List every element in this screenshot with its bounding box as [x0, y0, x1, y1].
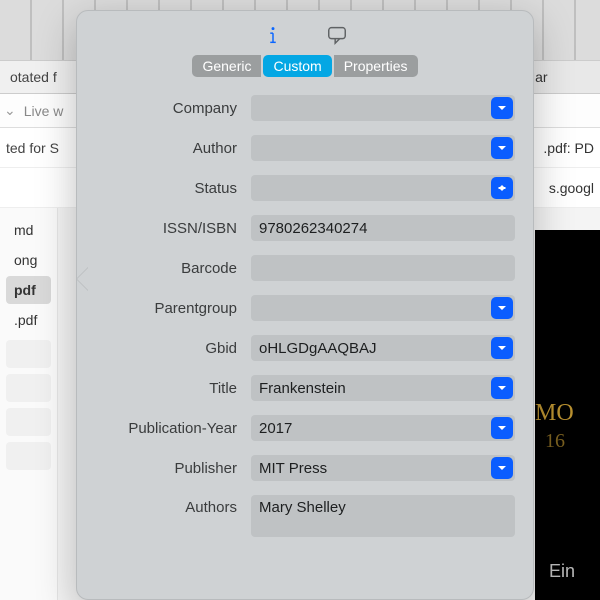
chevron-down-icon[interactable]: ⌄ [4, 102, 16, 119]
publisher-dropdown-button[interactable] [491, 457, 513, 479]
company-label: Company [95, 100, 251, 117]
gbid-dropdown-button[interactable] [491, 337, 513, 359]
company-input[interactable] [251, 95, 515, 121]
status-label: Status [95, 180, 251, 197]
info-icon[interactable] [261, 23, 285, 47]
sidebar-item[interactable]: ong [6, 246, 51, 274]
segment-properties[interactable]: Properties [334, 55, 418, 77]
sidebar-item-selected[interactable]: pdf [6, 276, 51, 304]
toolbar-live-label: Live w [24, 103, 64, 119]
title-dropdown-button[interactable] [491, 377, 513, 399]
barcode-input[interactable] [251, 255, 515, 281]
author-dropdown-button[interactable] [491, 137, 513, 159]
parentgroup-label: Parentgroup [95, 300, 251, 317]
publisher-label: Publisher [95, 460, 251, 477]
pubyear-input[interactable] [251, 415, 515, 441]
author-input[interactable] [251, 135, 515, 161]
pubyear-label: Publication-Year [95, 420, 251, 437]
cover-year-fragment: 16 [545, 430, 565, 453]
metadata-form: Company Author Status ISSN/ISBN [77, 95, 533, 542]
title-input[interactable] [251, 375, 515, 401]
segment-generic[interactable]: Generic [192, 55, 261, 77]
row2-right-text: s.googl [549, 180, 600, 196]
title-label: Title [95, 380, 251, 397]
company-dropdown-button[interactable] [491, 97, 513, 119]
barcode-label: Barcode [95, 260, 251, 277]
parentgroup-input[interactable] [251, 295, 515, 321]
author-label: Author [95, 140, 251, 157]
segmented-control: Generic Custom Properties [77, 55, 533, 77]
issn-input[interactable] [251, 215, 515, 241]
info-popover: Generic Custom Properties Company Author… [76, 10, 534, 600]
sidebar-item-placeholder [6, 408, 51, 436]
authors-label: Authors [95, 495, 251, 516]
publisher-input[interactable] [251, 455, 515, 481]
gbid-label: Gbid [95, 340, 251, 357]
popover-mode-toolbar [77, 11, 533, 53]
sidebar-item[interactable]: .pdf [6, 306, 51, 334]
row1-left-text: ted for S [6, 140, 59, 156]
status-popup-button[interactable] [491, 177, 513, 199]
sidebar-item-placeholder [6, 374, 51, 402]
segment-custom[interactable]: Custom [263, 55, 331, 77]
cover-text-fragment: Ein [549, 561, 575, 582]
comment-icon[interactable] [325, 23, 349, 47]
pubyear-dropdown-button[interactable] [491, 417, 513, 439]
sidebar-item-placeholder [6, 442, 51, 470]
status-select[interactable] [251, 175, 515, 201]
sidebar-item[interactable]: md [6, 216, 51, 244]
sidebar-file-list: md ong pdf .pdf [0, 208, 58, 600]
cover-subtitle-fragment: MO [535, 400, 574, 427]
gbid-input[interactable] [251, 335, 515, 361]
issn-label: ISSN/ISBN [95, 220, 251, 237]
parentgroup-dropdown-button[interactable] [491, 297, 513, 319]
sidebar-item-placeholder [6, 340, 51, 368]
book-cover-preview: NK MO 16 Ein [535, 230, 600, 600]
authors-textarea[interactable] [251, 495, 515, 537]
row1-right-text: .pdf: PD [543, 140, 600, 156]
